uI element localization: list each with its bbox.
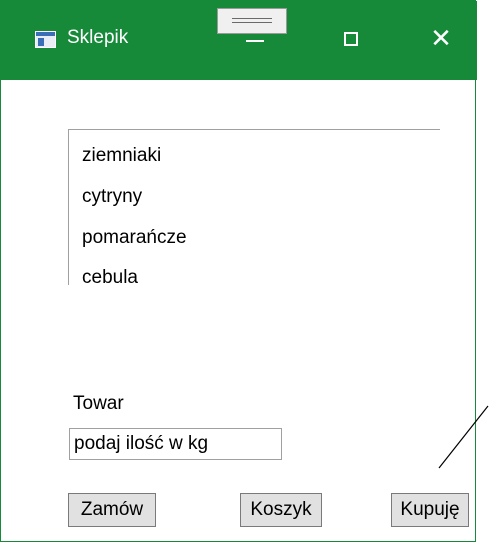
- buy-button[interactable]: Kupuję: [391, 493, 469, 527]
- list-item[interactable]: cebula: [82, 266, 138, 285]
- list-item[interactable]: pomarańcze: [82, 226, 187, 250]
- cart-button[interactable]: Koszyk: [240, 493, 322, 527]
- minimize-icon: [246, 40, 264, 42]
- list-item[interactable]: cytryny: [82, 185, 142, 209]
- app-window: Sklepik ✕ ziemniaki cytryny pomarańcze c…: [0, 0, 477, 542]
- quantity-input[interactable]: [69, 428, 282, 460]
- product-listbox[interactable]: ziemniaki cytryny pomarańcze cebula: [68, 129, 440, 285]
- window-icon: [35, 31, 56, 48]
- title-bar[interactable]: Sklepik ✕: [1, 1, 477, 80]
- list-item[interactable]: ziemniaki: [82, 144, 161, 168]
- minimize-button[interactable]: [231, 15, 279, 63]
- maximize-icon: [344, 32, 358, 46]
- window-title: Sklepik: [67, 27, 129, 48]
- close-button[interactable]: ✕: [417, 15, 465, 63]
- close-icon: ✕: [430, 24, 452, 54]
- maximize-button[interactable]: [327, 15, 375, 63]
- towar-label: Towar: [73, 393, 124, 414]
- diagonal-line: [438, 405, 489, 469]
- order-button[interactable]: Zamów: [68, 493, 156, 527]
